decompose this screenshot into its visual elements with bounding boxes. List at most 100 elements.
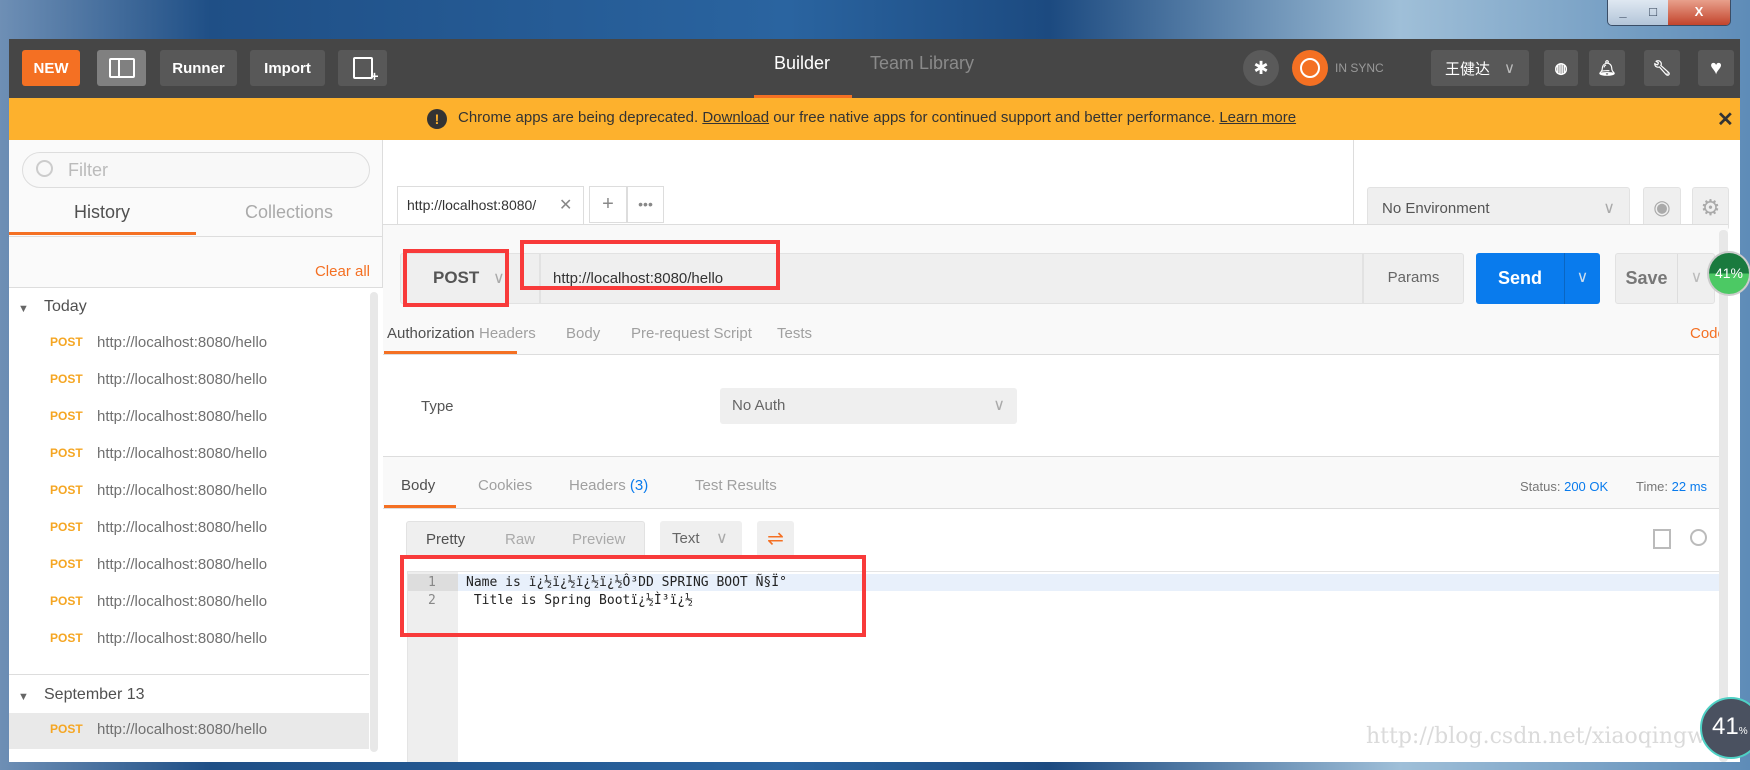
tab-builder[interactable]: Builder xyxy=(774,53,830,74)
main-scrollbar[interactable] xyxy=(1719,230,1728,762)
collapse-icon[interactable]: ▼ xyxy=(18,691,29,703)
tab-authorization[interactable]: Authorization xyxy=(387,325,475,342)
url-label: http://localhost:8080/hello xyxy=(97,334,268,351)
view-preview[interactable]: Preview xyxy=(572,531,625,548)
chevron-down-icon: ∨ xyxy=(1603,200,1615,217)
method-label: POST xyxy=(50,372,83,386)
close-banner-icon[interactable]: ✕ xyxy=(1717,107,1734,132)
body-tab-indicator xyxy=(384,505,456,508)
search-icon[interactable] xyxy=(1690,529,1707,546)
status-label: Status: xyxy=(1520,479,1561,494)
tab-headers[interactable]: Headers xyxy=(479,325,536,342)
history-item[interactable]: POST http://localhost:8080/hello xyxy=(9,585,369,621)
auth-type-select[interactable]: No Auth ∨ xyxy=(720,388,1017,424)
tab-team-library[interactable]: Team Library xyxy=(870,53,974,74)
close-window-button[interactable]: X xyxy=(1668,0,1730,25)
sidebar-icon xyxy=(108,58,135,78)
minimize-button[interactable]: _ xyxy=(1608,0,1638,25)
cpu-badge: 41% xyxy=(1707,251,1750,296)
url-label: http://localhost:8080/hello xyxy=(97,556,268,573)
tab-response-headers[interactable]: Headers (3) xyxy=(569,477,648,494)
add-tab-button[interactable]: + xyxy=(589,186,627,223)
headers-count-badge: (3) xyxy=(629,477,649,494)
history-item[interactable]: POST http://localhost:8080/hello xyxy=(9,622,369,658)
close-tab-icon[interactable]: ✕ xyxy=(559,195,572,215)
url-label: http://localhost:8080/hello xyxy=(97,721,268,738)
tab-pre-request-script[interactable]: Pre-request Script xyxy=(631,325,752,342)
send-button[interactable]: Send xyxy=(1476,253,1565,304)
main-panel: http://localhost:8080/ ✕ + ••• No Enviro… xyxy=(383,140,1740,762)
history-item[interactable]: POST http://localhost:8080/hello xyxy=(9,713,369,749)
tab-response-body[interactable]: Body xyxy=(401,477,435,494)
maximize-button[interactable]: □ xyxy=(1638,0,1668,25)
bell-icon[interactable]: 🔔︎ xyxy=(1589,50,1625,86)
highlight-response xyxy=(400,555,866,637)
view-pretty[interactable]: Pretty xyxy=(426,531,465,548)
filter-input[interactable]: Filter xyxy=(22,152,370,188)
tab-cookies[interactable]: Cookies xyxy=(478,477,532,494)
send-button-group: Send ∨ xyxy=(1476,253,1600,304)
save-button[interactable]: Save xyxy=(1616,254,1678,303)
save-button-group: Save ∨ xyxy=(1615,253,1715,304)
wrench-icon[interactable]: 🔧︎ xyxy=(1644,50,1680,86)
url-label: http://localhost:8080/hello xyxy=(97,519,268,536)
new-window-button[interactable]: + xyxy=(338,50,387,86)
wrap-lines-icon[interactable]: ⇌ xyxy=(757,521,794,559)
new-button[interactable]: NEW xyxy=(22,50,80,86)
history-item[interactable]: POST http://localhost:8080/hello xyxy=(9,363,369,399)
url-label: http://localhost:8080/hello xyxy=(97,482,268,499)
view-raw[interactable]: Raw xyxy=(505,531,535,548)
cpu-widget-value: 41 xyxy=(1712,713,1739,740)
request-tab-title: http://localhost:8080/ xyxy=(407,197,537,213)
tab-history[interactable]: History xyxy=(74,202,130,223)
sidebar-scrollbar[interactable] xyxy=(370,292,378,752)
warning-icon: ! xyxy=(427,109,447,129)
chevron-down-icon: ∨ xyxy=(1504,60,1515,77)
response-status: Status: 200 OK xyxy=(1520,479,1608,494)
sync-status: IN SYNC xyxy=(1335,61,1384,75)
clear-all-link[interactable]: Clear all xyxy=(315,263,370,280)
chevron-down-icon: ∨ xyxy=(716,530,728,547)
history-item[interactable]: POST http://localhost:8080/hello xyxy=(9,548,369,584)
send-options-dropdown[interactable]: ∨ xyxy=(1565,253,1600,304)
more-tabs-icon[interactable]: ••• xyxy=(627,186,664,223)
method-label: POST xyxy=(50,631,83,645)
banner-text: Chrome apps are being deprecated. Downlo… xyxy=(458,109,1296,126)
history-item[interactable]: POST http://localhost:8080/hello xyxy=(9,326,369,362)
tab-body[interactable]: Body xyxy=(566,325,600,342)
download-link[interactable]: Download xyxy=(702,109,769,126)
method-label: POST xyxy=(50,520,83,534)
tab-tests[interactable]: Tests xyxy=(777,325,812,342)
response-time: Time: 22 ms xyxy=(1636,479,1707,494)
interceptor-icon[interactable]: ✱ xyxy=(1243,50,1279,86)
url-label: http://localhost:8080/hello xyxy=(97,408,268,425)
user-dropdown[interactable]: 王健达 ∨ xyxy=(1431,50,1529,86)
tab-test-results[interactable]: Test Results xyxy=(695,477,777,494)
banner-middle: our free native apps for continued suppo… xyxy=(773,109,1216,126)
sidebar: Filter History Collections Clear all ▼ T… xyxy=(9,140,383,762)
sync-icon[interactable] xyxy=(1292,50,1328,86)
highlight-url xyxy=(520,240,780,290)
window-controls: _ □ X xyxy=(1607,0,1731,26)
learn-more-link[interactable]: Learn more xyxy=(1219,109,1296,126)
history-item[interactable]: POST http://localhost:8080/hello xyxy=(9,400,369,436)
collapse-icon[interactable]: ▼ xyxy=(18,303,29,315)
copy-icon[interactable] xyxy=(1653,529,1671,549)
params-button[interactable]: Params xyxy=(1363,253,1464,304)
history-item[interactable]: POST http://localhost:8080/hello xyxy=(9,511,369,547)
import-button[interactable]: Import xyxy=(250,50,325,86)
format-select[interactable]: Text ∨ xyxy=(660,521,742,559)
sidebar-toggle-button[interactable] xyxy=(97,50,146,86)
view-mode-group: Pretty Raw Preview xyxy=(406,521,645,559)
tab-collections[interactable]: Collections xyxy=(245,202,333,223)
history-list: ▼ Today POST http://localhost:8080/hello P… xyxy=(9,287,383,762)
format-value: Text xyxy=(672,530,700,547)
history-item[interactable]: POST http://localhost:8080/hello xyxy=(9,474,369,510)
request-tab[interactable]: http://localhost:8080/ ✕ xyxy=(397,186,584,224)
banner-prefix: Chrome apps are being deprecated. xyxy=(458,109,699,126)
history-item[interactable]: POST http://localhost:8080/hello xyxy=(9,437,369,473)
heart-icon[interactable]: ♥ xyxy=(1698,50,1734,86)
runner-button[interactable]: Runner xyxy=(160,50,237,86)
globe-icon[interactable]: ◍ xyxy=(1544,50,1578,86)
postman-window: NEW Runner Import + Builder Team Library… xyxy=(9,39,1740,762)
